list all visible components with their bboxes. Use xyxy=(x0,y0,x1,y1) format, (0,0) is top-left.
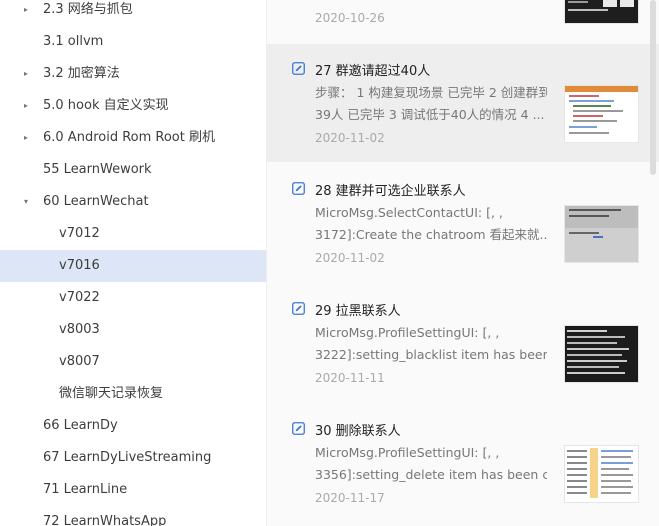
note-date: 2020-10-26 xyxy=(315,11,385,25)
note-date: 2020-11-02 xyxy=(315,131,385,145)
note-card[interactable]: 30 删除联系人 MicroMsg.ProfileSettingUI: [, ,… xyxy=(267,402,659,526)
note-date: 2020-11-11 xyxy=(315,371,385,385)
note-title: 27 群邀请超过40人 xyxy=(315,64,431,79)
tree-item-learnwhatsapp[interactable]: 72 LearnWhatsApp xyxy=(0,506,266,526)
tree-item-label: v8007 xyxy=(59,354,100,369)
note-card[interactable]: 27 群邀请超过40人 步骤： 1 构建复现场景 已完毕 2 创建群到 39人 … xyxy=(267,44,659,162)
note-title: 28 建群并可选企业联系人 xyxy=(315,184,466,199)
tree-item-label: 6.0 Android Rom Root 刷机 xyxy=(43,130,215,145)
tree-item-v7012[interactable]: v7012 xyxy=(0,218,266,250)
note-card[interactable]: 29 拉黑联系人 MicroMsg.ProfileSettingUI: [, ,… xyxy=(267,282,659,402)
tree-item-v7022[interactable]: v7022 xyxy=(0,282,266,314)
tree-item-learnline[interactable]: 71 LearnLine xyxy=(0,474,266,506)
tree-item-ollvm[interactable]: 3.1 ollvm xyxy=(0,26,266,58)
note-excerpt-line1: MicroMsg.SelectContactUI: [, , xyxy=(315,205,503,220)
note-card[interactable]: 2020-10-26 xyxy=(267,0,659,44)
tree-item-label: 60 LearnWechat xyxy=(43,194,149,209)
tree-item-label: 3.1 ollvm xyxy=(43,34,104,49)
note-thumbnail xyxy=(564,325,639,383)
terminal-log-thumbnail-image xyxy=(565,326,638,382)
note-date: 2020-11-17 xyxy=(315,491,385,505)
note-excerpt-line2: 39人 已完毕 3 调试低于40人的情况 4 ... xyxy=(315,107,545,122)
tree-item-android-rom[interactable]: ▸ 6.0 Android Rom Root 刷机 xyxy=(0,122,266,154)
tree-item-label: 71 LearnLine xyxy=(43,482,128,497)
caret-right-icon[interactable]: ▸ xyxy=(21,0,31,26)
tree-item-v7016[interactable]: v7016 xyxy=(0,250,266,282)
tree-item-label: v7012 xyxy=(59,226,100,241)
caret-right-icon[interactable]: ▸ xyxy=(21,122,31,154)
edit-note-icon xyxy=(292,422,305,435)
note-excerpt-line2: 3222]:setting_blacklist item has been ..… xyxy=(315,347,547,362)
note-excerpt-line2: 3172]:Create the chatroom 看起来就... xyxy=(315,227,547,242)
note-title: 30 删除联系人 xyxy=(315,424,401,439)
tree-item-label: 55 LearnWework xyxy=(43,162,152,177)
tree-item-label: v7016 xyxy=(59,258,100,273)
note-thumbnail xyxy=(564,85,639,143)
note-excerpt-line2: 3356]:setting_delete item has been cli..… xyxy=(315,467,547,482)
note-list[interactable]: 2020-10-26 27 群邀请超过40人 步骤： 1 构建复现场景 已完毕 … xyxy=(267,0,659,526)
tree-item-label: 3.2 加密算法 xyxy=(43,66,120,81)
tree-item-label: 5.0 hook 自定义实现 xyxy=(43,98,169,113)
note-date: 2020-11-02 xyxy=(315,251,385,265)
tree-item-hook[interactable]: ▸ 5.0 hook 自定义实现 xyxy=(0,90,266,122)
tree-item-v8003[interactable]: v8003 xyxy=(0,314,266,346)
note-excerpt-line1: 步骤： 1 构建复现场景 已完毕 2 创建群到 xyxy=(315,85,547,100)
tree-item-label: 微信聊天记录恢复 xyxy=(59,386,164,401)
tree-item-label: 72 LearnWhatsApp xyxy=(43,514,167,526)
note-thumbnail xyxy=(564,445,639,503)
tree-item-label: 67 LearnDyLiveStreaming xyxy=(43,450,212,465)
note-card[interactable]: 28 建群并可选企业联系人 MicroMsg.SelectContactUI: … xyxy=(267,162,659,282)
note-thumbnail xyxy=(564,0,639,24)
caret-right-icon[interactable]: ▸ xyxy=(21,58,31,90)
note-thumbnail xyxy=(564,205,639,263)
tree-item-label: 66 LearnDy xyxy=(43,418,118,433)
note-excerpt-line1: MicroMsg.ProfileSettingUI: [, , xyxy=(315,445,500,460)
tree-item-network[interactable]: ▸ 2.3 网络与抓包 xyxy=(0,0,266,26)
edit-note-icon xyxy=(292,182,305,195)
caret-right-icon[interactable]: ▸ xyxy=(21,90,31,122)
tree-item-label: v7022 xyxy=(59,290,100,305)
sidebar-tree: ▸ 2.3 网络与抓包 3.1 ollvm ▸ 3.2 加密算法 ▸ 5.0 h… xyxy=(0,0,266,526)
log-table-thumbnail-image xyxy=(565,446,638,502)
tree-item-chat-recovery[interactable]: 微信聊天记录恢复 xyxy=(0,378,266,410)
tree-item-v8007[interactable]: v8007 xyxy=(0,346,266,378)
note-list-scrollbar[interactable] xyxy=(650,0,656,175)
tree-item-learndy[interactable]: 66 LearnDy xyxy=(0,410,266,442)
code-editor-thumbnail-image xyxy=(565,86,638,142)
tree-item-learnwework[interactable]: 55 LearnWework xyxy=(0,154,266,186)
tree-item-label: 2.3 网络与抓包 xyxy=(43,2,133,17)
phone-screen-thumbnail-image xyxy=(565,206,638,262)
note-excerpt-line1: MicroMsg.ProfileSettingUI: [, , xyxy=(315,325,500,340)
tree-item-crypto[interactable]: ▸ 3.2 加密算法 xyxy=(0,58,266,90)
caret-down-icon[interactable]: ▾ xyxy=(21,186,31,218)
note-title: 29 拉黑联系人 xyxy=(315,304,401,319)
tree-item-label: v8003 xyxy=(59,322,100,337)
edit-note-icon xyxy=(292,62,305,75)
tree-item-learnwechat[interactable]: ▾ 60 LearnWechat xyxy=(0,186,266,218)
terminal-thumbnail-image xyxy=(565,0,638,23)
edit-note-icon xyxy=(292,302,305,315)
tree-item-learndylivestreaming[interactable]: 67 LearnDyLiveStreaming xyxy=(0,442,266,474)
